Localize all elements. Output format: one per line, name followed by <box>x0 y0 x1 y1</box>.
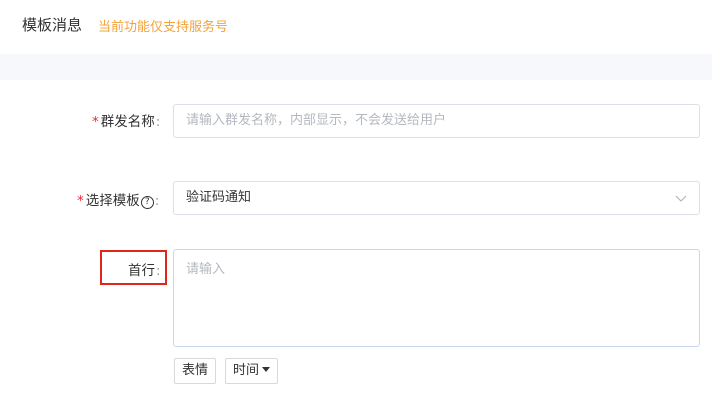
name-label-text: 群发名称 <box>100 114 155 130</box>
time-dropdown-button[interactable]: 时间 <box>225 358 279 384</box>
emoji-button-label: 表情 <box>182 363 209 378</box>
first-line-placeholder: 请输入 <box>186 262 226 277</box>
broadcast-name-input[interactable]: 请输入群发名称，内部显示，不会发送给用户 <box>173 104 700 138</box>
template-select-value: 验证码通知 <box>186 190 252 205</box>
service-account-note: 当前功能仅支持服务号 <box>98 20 229 35</box>
template-field-label: * 选择模板?: <box>77 189 159 209</box>
name-field-label: * 群发名称: <box>92 110 160 130</box>
chevron-down-icon <box>675 195 687 202</box>
required-mark: * <box>92 114 99 130</box>
first-line-textarea[interactable]: 请输入 <box>173 249 700 347</box>
time-button-label: 时间 <box>233 363 260 378</box>
required-mark: * <box>77 193 84 209</box>
label-colon: : <box>154 193 160 209</box>
section-divider-band <box>0 54 712 80</box>
page-title: 模板消息 <box>22 16 83 34</box>
page-header: 模板消息 当前功能仅支持服务号 <box>0 0 712 54</box>
emoji-button[interactable]: 表情 <box>174 358 217 384</box>
label-colon: : <box>155 114 161 130</box>
template-select[interactable]: 验证码通知 <box>173 181 700 215</box>
caret-down-icon <box>262 367 271 372</box>
annotation-highlight-box <box>100 250 167 285</box>
help-icon[interactable]: ? <box>140 196 154 209</box>
template-label-text: 选择模板 <box>85 193 140 209</box>
broadcast-name-placeholder: 请输入群发名称，内部显示，不会发送给用户 <box>186 113 447 128</box>
